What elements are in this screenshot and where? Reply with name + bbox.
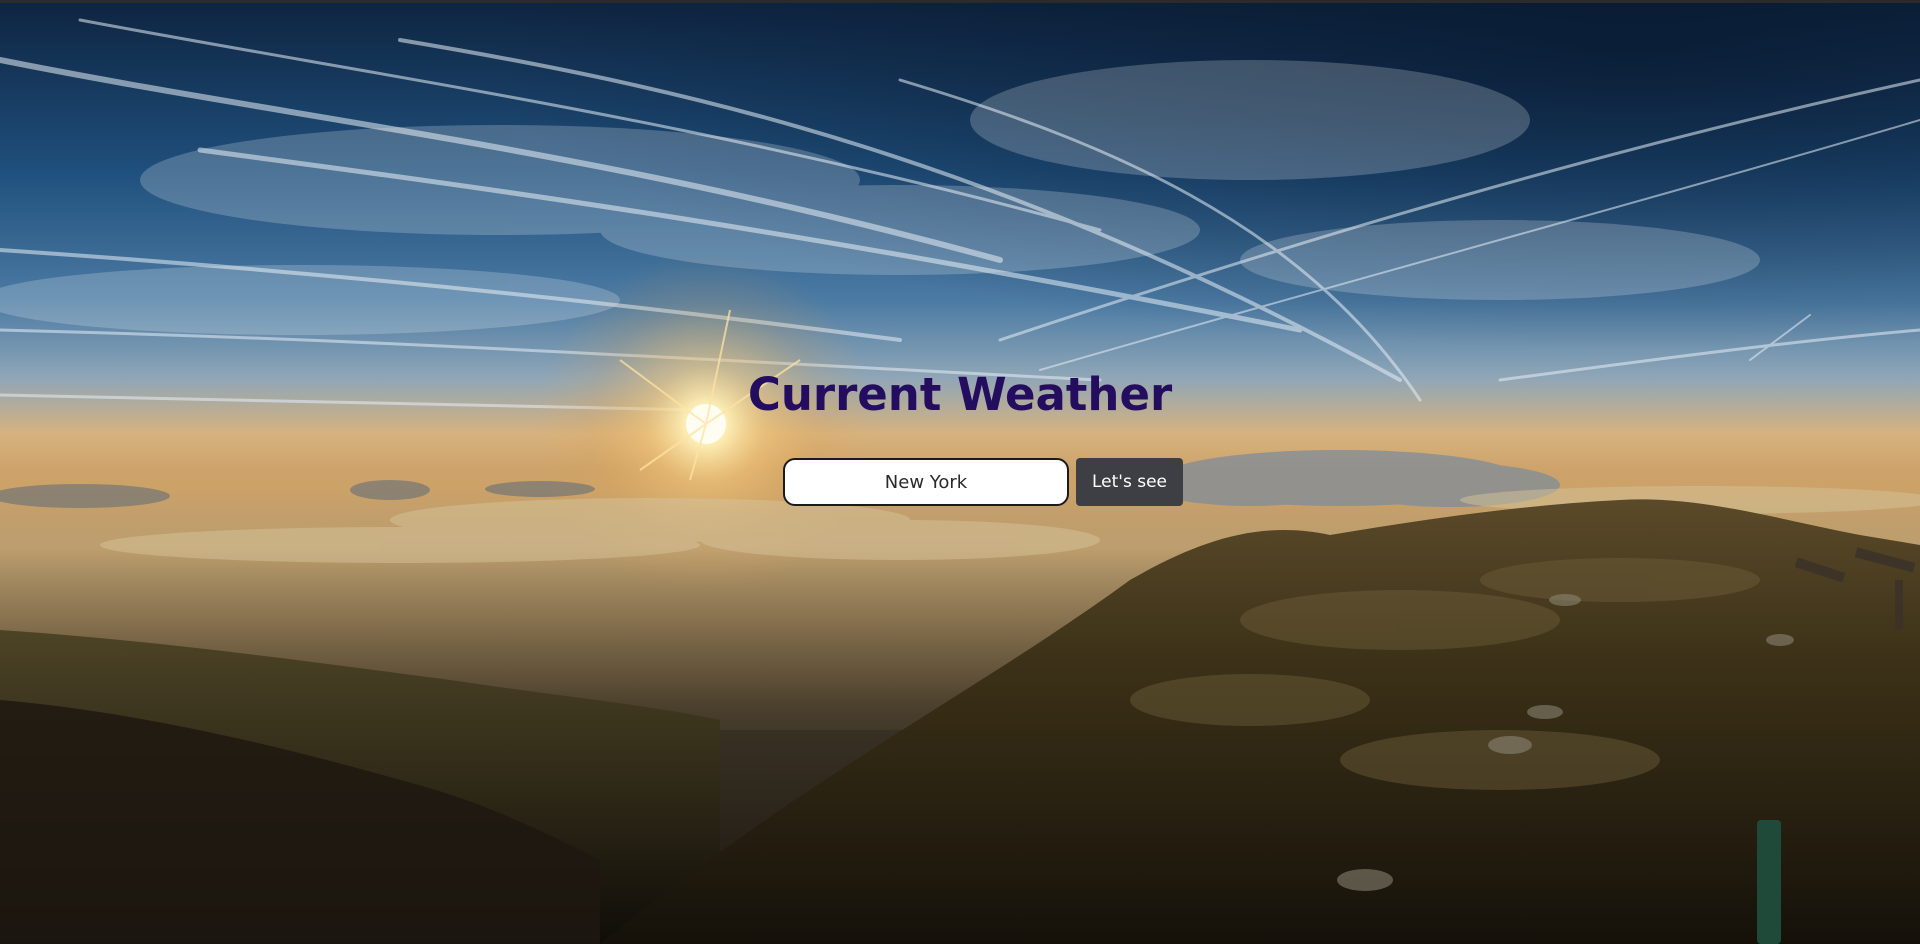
weather-page: Current Weather Let's see <box>0 0 1920 944</box>
city-search-form: Let's see <box>783 458 1183 506</box>
city-input[interactable] <box>783 458 1069 506</box>
lets-see-button[interactable]: Let's see <box>1076 458 1183 506</box>
page-title: Current Weather <box>747 368 1173 421</box>
top-border <box>0 0 1920 3</box>
